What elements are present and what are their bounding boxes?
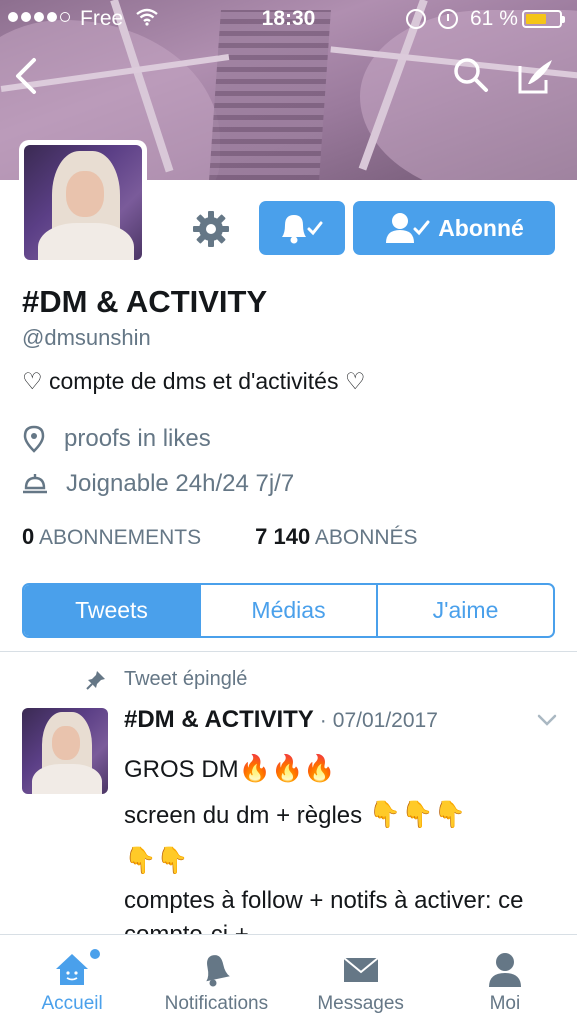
divider [0,651,577,652]
tab-likes[interactable]: J'aime [378,585,553,636]
compose-tweet-icon[interactable] [516,56,556,96]
following-label: ABONNEMENTS [38,526,202,549]
tweet-date: 07/01/2017 [332,709,438,732]
avatar-image [24,145,142,260]
followers-count-link[interactable]: 7 140 ABONNÉS [255,524,417,550]
tabbar-messages-label: Messages [317,993,404,1014]
profile-name: #DM & ACTIVITY [22,284,268,319]
profile-tabs: Tweets Médias J'aime [22,583,555,638]
status-bar: Free 18:30 61 % [0,0,577,36]
tweet-author-name[interactable]: #DM & ACTIVITY [124,706,314,734]
tabbar-home[interactable]: Accueil [0,935,144,1024]
pointing-down-emoji: 👇👇 [124,845,189,875]
followers-count: 7 140 [255,524,311,549]
tabbar-notifications[interactable]: Notifications [144,935,288,1024]
following-count: 0 [22,524,35,549]
tweet-header: #DM & ACTIVITY · 07/01/2017 [124,706,438,734]
followers-label: ABONNÉS [314,526,418,549]
fire-emoji: 🔥🔥🔥 [238,753,336,783]
tweet-line-2: screen du dm + règles [124,802,369,829]
pushpin-icon [86,670,105,690]
profile-handle: @dmsunshin [22,325,151,350]
tab-tweets[interactable]: Tweets [24,585,201,636]
new-tweets-indicator [90,949,100,959]
profile-location: proofs in likes [22,425,211,453]
tabbar-notifications-label: Notifications [164,993,269,1014]
bell-check-icon [282,215,323,244]
alarm-icon [438,9,458,29]
envelope-icon [342,957,379,982]
gear-icon[interactable] [192,210,230,248]
home-icon [56,954,89,985]
pinned-tweet-label: Tweet épinglé [86,668,247,691]
person-icon [488,953,521,987]
contact-text: Joignable 24h/24 7j/7 [66,470,295,497]
bell-icon [206,955,231,987]
tabbar-me-label: Moi [489,993,521,1014]
chevron-down-icon[interactable] [536,712,558,728]
tabbar-messages[interactable]: Messages [289,935,433,1024]
notifications-toggle-button[interactable] [259,201,345,255]
following-count-link[interactable]: 0 ABONNEMENTS [22,524,201,550]
tweet-separator: · [319,709,327,732]
tweet-avatar[interactable] [22,708,108,794]
battery-fill [526,14,546,24]
bottom-tab-bar: Accueil Notifications Messages Moi [0,934,577,1024]
profile-contact-info: Joignable 24h/24 7j/7 [22,470,294,498]
user-check-icon [386,213,430,243]
search-icon[interactable] [452,56,490,94]
orientation-lock-icon [406,9,426,29]
tweet-line-1: GROS DM [124,756,239,783]
tabbar-me[interactable]: Moi [433,935,577,1024]
pinned-text: Tweet épinglé [124,668,248,690]
battery-icon [522,10,565,28]
location-pin-icon [23,425,45,453]
follow-counts: 0 ABONNEMENTS 7 140 ABONNÉS [22,524,418,550]
profile-bio: ♡ compte de dms et d'activités ♡ [22,368,366,394]
service-bell-icon [23,474,47,494]
tabbar-home-label: Accueil [41,993,103,1014]
location-text: proofs in likes [64,425,211,452]
battery-percent: 61 % [470,7,518,30]
tweet-text: GROS DM🔥🔥🔥 screen du dm + règles 👇👇👇 👇👇 … [124,746,554,952]
back-arrow-icon[interactable] [10,56,44,96]
pointing-down-emoji: 👇👇👇 [368,799,466,829]
following-button-label: Abonné [438,214,524,241]
following-button[interactable]: Abonné [353,201,555,255]
tab-medias[interactable]: Médias [201,585,378,636]
profile-avatar[interactable] [19,140,147,265]
